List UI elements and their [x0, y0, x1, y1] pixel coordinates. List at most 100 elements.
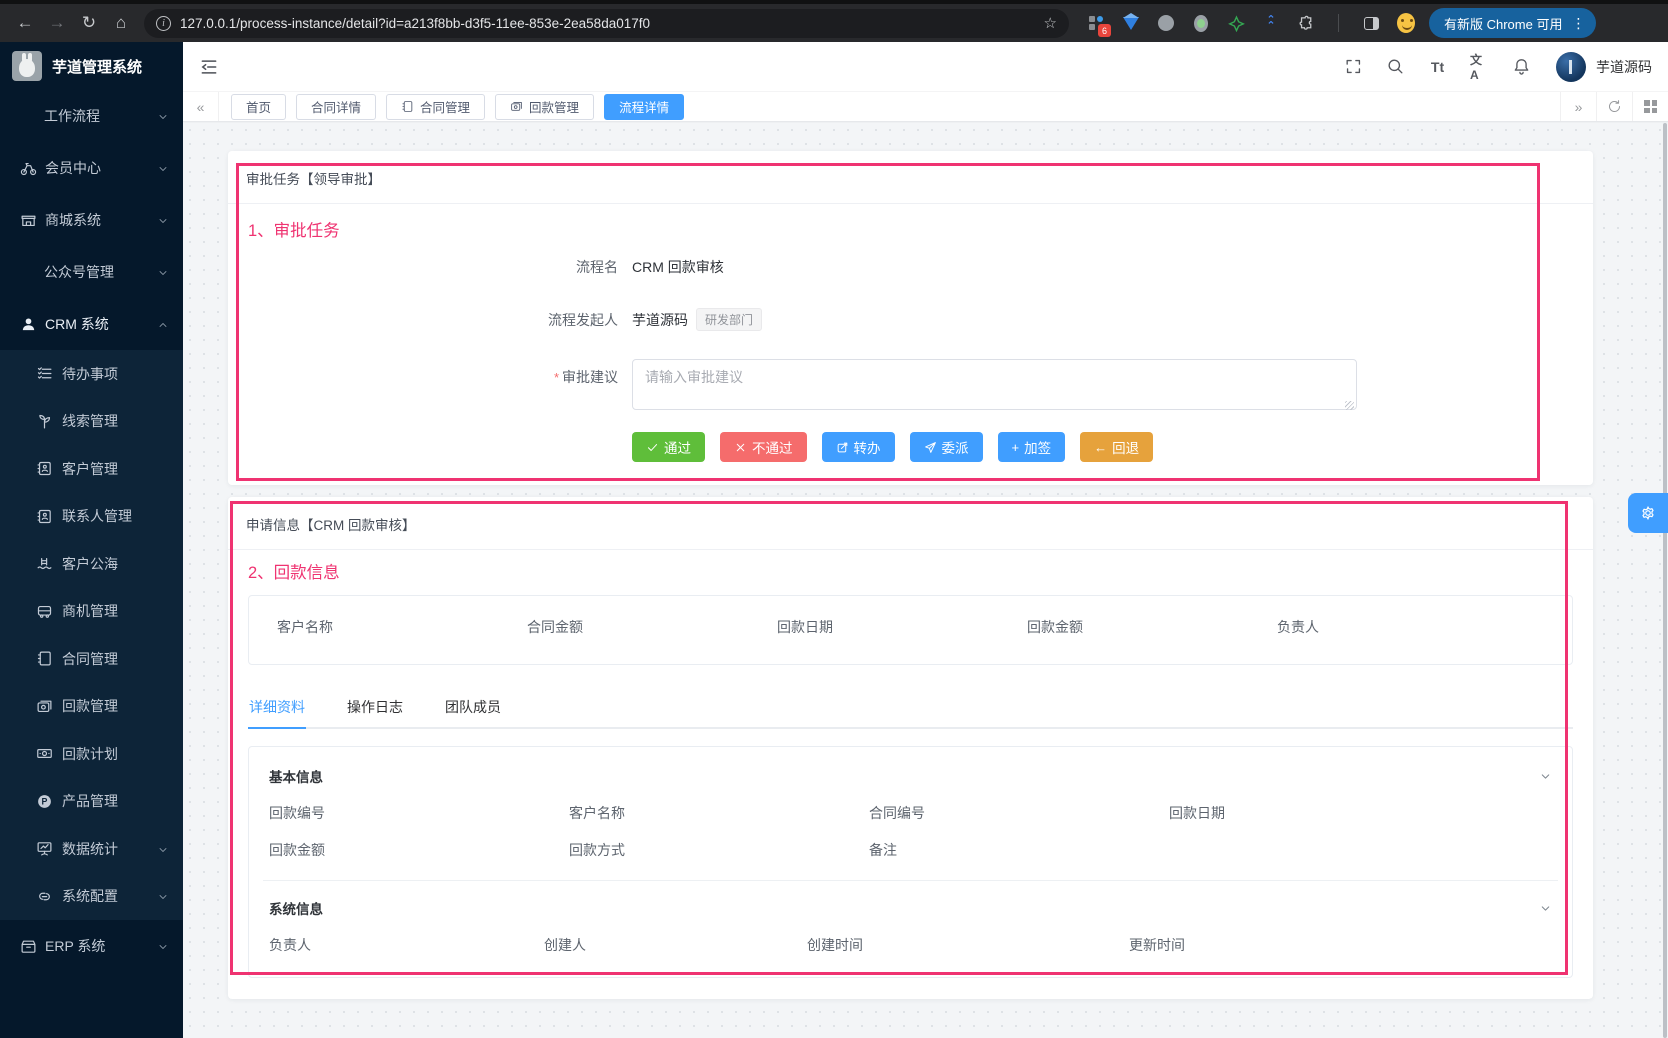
browser-reload-icon[interactable]: ↻ [74, 8, 104, 38]
bell-icon[interactable] [1512, 57, 1531, 76]
transfer-button[interactable]: 转办 [822, 432, 895, 462]
extension-icon-1[interactable]: 6 [1087, 14, 1105, 32]
resize-grip-icon[interactable] [1345, 401, 1354, 410]
initiator-dept-tag: 研发部门 [696, 308, 762, 331]
fullscreen-icon[interactable] [1344, 57, 1363, 76]
return-button[interactable]: ← 回退 [1080, 432, 1153, 462]
page-scrollbar[interactable] [1663, 123, 1667, 1038]
extensions-row: 6 ⌃⌃ [1087, 14, 1415, 32]
app-logo-row[interactable]: 芋道管理系统 [0, 42, 183, 90]
seedling-icon [36, 413, 53, 430]
tags-scroll-left-icon[interactable]: « [183, 92, 219, 121]
basic-info-row-2: 回款金额 回款方式 备注 [263, 823, 1558, 860]
pool-icon [36, 555, 53, 572]
tags-scroll-right-icon[interactable]: » [1560, 92, 1596, 121]
sidebar-item-leads[interactable]: 线索管理 [0, 398, 183, 446]
initiator-row: 流程发起人 芋道源码 研发部门 [228, 308, 1593, 331]
tab-team-members[interactable]: 团队成员 [444, 690, 502, 727]
chrome-update-button[interactable]: 有新版 Chrome 可用 ⋮ [1429, 8, 1596, 38]
summary-header: 回款日期 [777, 617, 1027, 664]
extension-icon-4[interactable] [1192, 14, 1210, 32]
sidebar-item-workflow[interactable]: 工作流程 [0, 90, 183, 142]
sidebar-menu: 工作流程 会员中心 商城系统 公众号管理 CRM 系统 [0, 90, 183, 1038]
sidebar-item-mall[interactable]: 商城系统 [0, 194, 183, 246]
browser-back-icon[interactable]: ← [10, 8, 40, 38]
id-card-icon [36, 508, 53, 525]
money-card-icon [36, 698, 53, 715]
required-asterisk: * [554, 370, 559, 385]
extensions-puzzle-icon[interactable] [1297, 14, 1315, 32]
basic-info-row-1: 回款编号 客户名称 合同编号 回款日期 [263, 786, 1558, 823]
sidebar-item-contacts[interactable]: 联系人管理 [0, 493, 183, 541]
refresh-icon[interactable] [1596, 92, 1632, 121]
tab-detail-info[interactable]: 详细资料 [248, 690, 306, 729]
extension-icon-5[interactable] [1227, 14, 1245, 32]
sidebar-item-receivable[interactable]: 回款管理 [0, 683, 183, 731]
tag-home[interactable]: 首页 [231, 94, 286, 120]
sidebar-item-statistics[interactable]: 数据统计 [0, 825, 183, 873]
profile-avatar[interactable] [1397, 14, 1415, 32]
detail-panel: 基本信息 回款编号 客户名称 合同编号 回款日期 回款金额 回款方式 备注 [248, 746, 1573, 978]
layout-grid-icon[interactable] [1632, 92, 1668, 121]
chevron-down-icon [157, 214, 169, 226]
topbar: Tt 文A 芋道源码 [183, 42, 1668, 91]
sidebar-item-product[interactable]: P 产品管理 [0, 778, 183, 826]
field-label: 负责人 [269, 935, 544, 955]
back-arrow-icon: ← [1094, 441, 1107, 454]
sidebar-item-public-pool[interactable]: 客户公海 [0, 540, 183, 588]
chevron-down-icon [157, 162, 169, 174]
sidebar-item-erp[interactable]: ERP 系统 [0, 920, 183, 972]
sidebar-item-contract[interactable]: 合同管理 [0, 635, 183, 683]
bookmark-star-icon[interactable]: ☆ [1044, 14, 1057, 32]
settings-fab[interactable] [1628, 493, 1668, 533]
tag-contract-detail[interactable]: 合同详情 [296, 94, 376, 120]
opinion-textarea[interactable] [632, 359, 1357, 410]
chevron-down-icon[interactable] [1539, 902, 1552, 915]
chevron-down-icon [157, 266, 169, 278]
tab-operation-log[interactable]: 操作日志 [346, 690, 404, 727]
font-size-icon[interactable]: Tt [1428, 57, 1447, 76]
tag-receivable-manage[interactable]: 回款管理 [495, 94, 594, 120]
process-name-label: 流程名 [228, 257, 632, 277]
sidebar-item-config[interactable]: 系统配置 [0, 873, 183, 921]
summary-header: 客户名称 [277, 617, 527, 664]
browser-forward-icon[interactable]: → [42, 8, 72, 38]
extension-icon-3[interactable] [1157, 14, 1175, 32]
basic-info-section-header[interactable]: 基本信息 [263, 749, 1558, 786]
url-text[interactable]: 127.0.0.1/process-instance/detail?id=a21… [180, 16, 650, 31]
user-avatar[interactable] [1556, 52, 1586, 82]
translate-icon[interactable]: 文A [1470, 57, 1489, 76]
bike-icon [20, 160, 37, 177]
chevron-down-icon[interactable] [1539, 770, 1552, 783]
tag-process-detail[interactable]: 流程详情 [604, 94, 684, 120]
site-info-icon[interactable]: i [156, 16, 171, 31]
opinion-label: 审批建议 [562, 369, 618, 385]
extension-icon-2[interactable] [1122, 14, 1140, 32]
search-icon[interactable] [1386, 57, 1405, 76]
delegate-button[interactable]: 委派 [910, 432, 983, 462]
sidebar-item-crm[interactable]: CRM 系统 [0, 298, 183, 350]
sidebar-item-customer[interactable]: 客户管理 [0, 445, 183, 493]
storage-box-icon [20, 938, 37, 955]
reject-button[interactable]: 不通过 [720, 432, 807, 462]
sidebar-item-official-account[interactable]: 公众号管理 [0, 246, 183, 298]
menu-fold-icon[interactable] [199, 57, 219, 77]
sidebar-item-todo[interactable]: 待办事项 [0, 350, 183, 398]
tag-contract-manage[interactable]: 合同管理 [386, 94, 485, 120]
browser-menu-icon[interactable]: ⋮ [1568, 15, 1588, 32]
check-icon [646, 441, 659, 454]
approve-button[interactable]: 通过 [632, 432, 705, 462]
sidebar-item-member[interactable]: 会员中心 [0, 142, 183, 194]
approval-task-card: 审批任务【领导审批】 1、审批任务 流程名 CRM 回款审核 流程发起人 芋道源… [228, 151, 1593, 485]
add-sign-button[interactable]: + 加签 [998, 432, 1066, 462]
sidebar-item-receivable-plan[interactable]: 回款计划 [0, 730, 183, 778]
username[interactable]: 芋道源码 [1596, 57, 1652, 77]
address-bar[interactable]: i 127.0.0.1/process-instance/detail?id=a… [144, 9, 1069, 38]
browser-home-icon[interactable]: ⌂ [106, 8, 136, 38]
sidebar-item-business[interactable]: 商机管理 [0, 588, 183, 636]
extension-icon-6[interactable]: ⌃⌃ [1262, 14, 1280, 32]
system-info-section-header[interactable]: 系统信息 [263, 881, 1558, 918]
chevron-down-icon [157, 843, 169, 855]
shop-icon [20, 212, 37, 229]
side-panel-icon[interactable] [1362, 14, 1380, 32]
